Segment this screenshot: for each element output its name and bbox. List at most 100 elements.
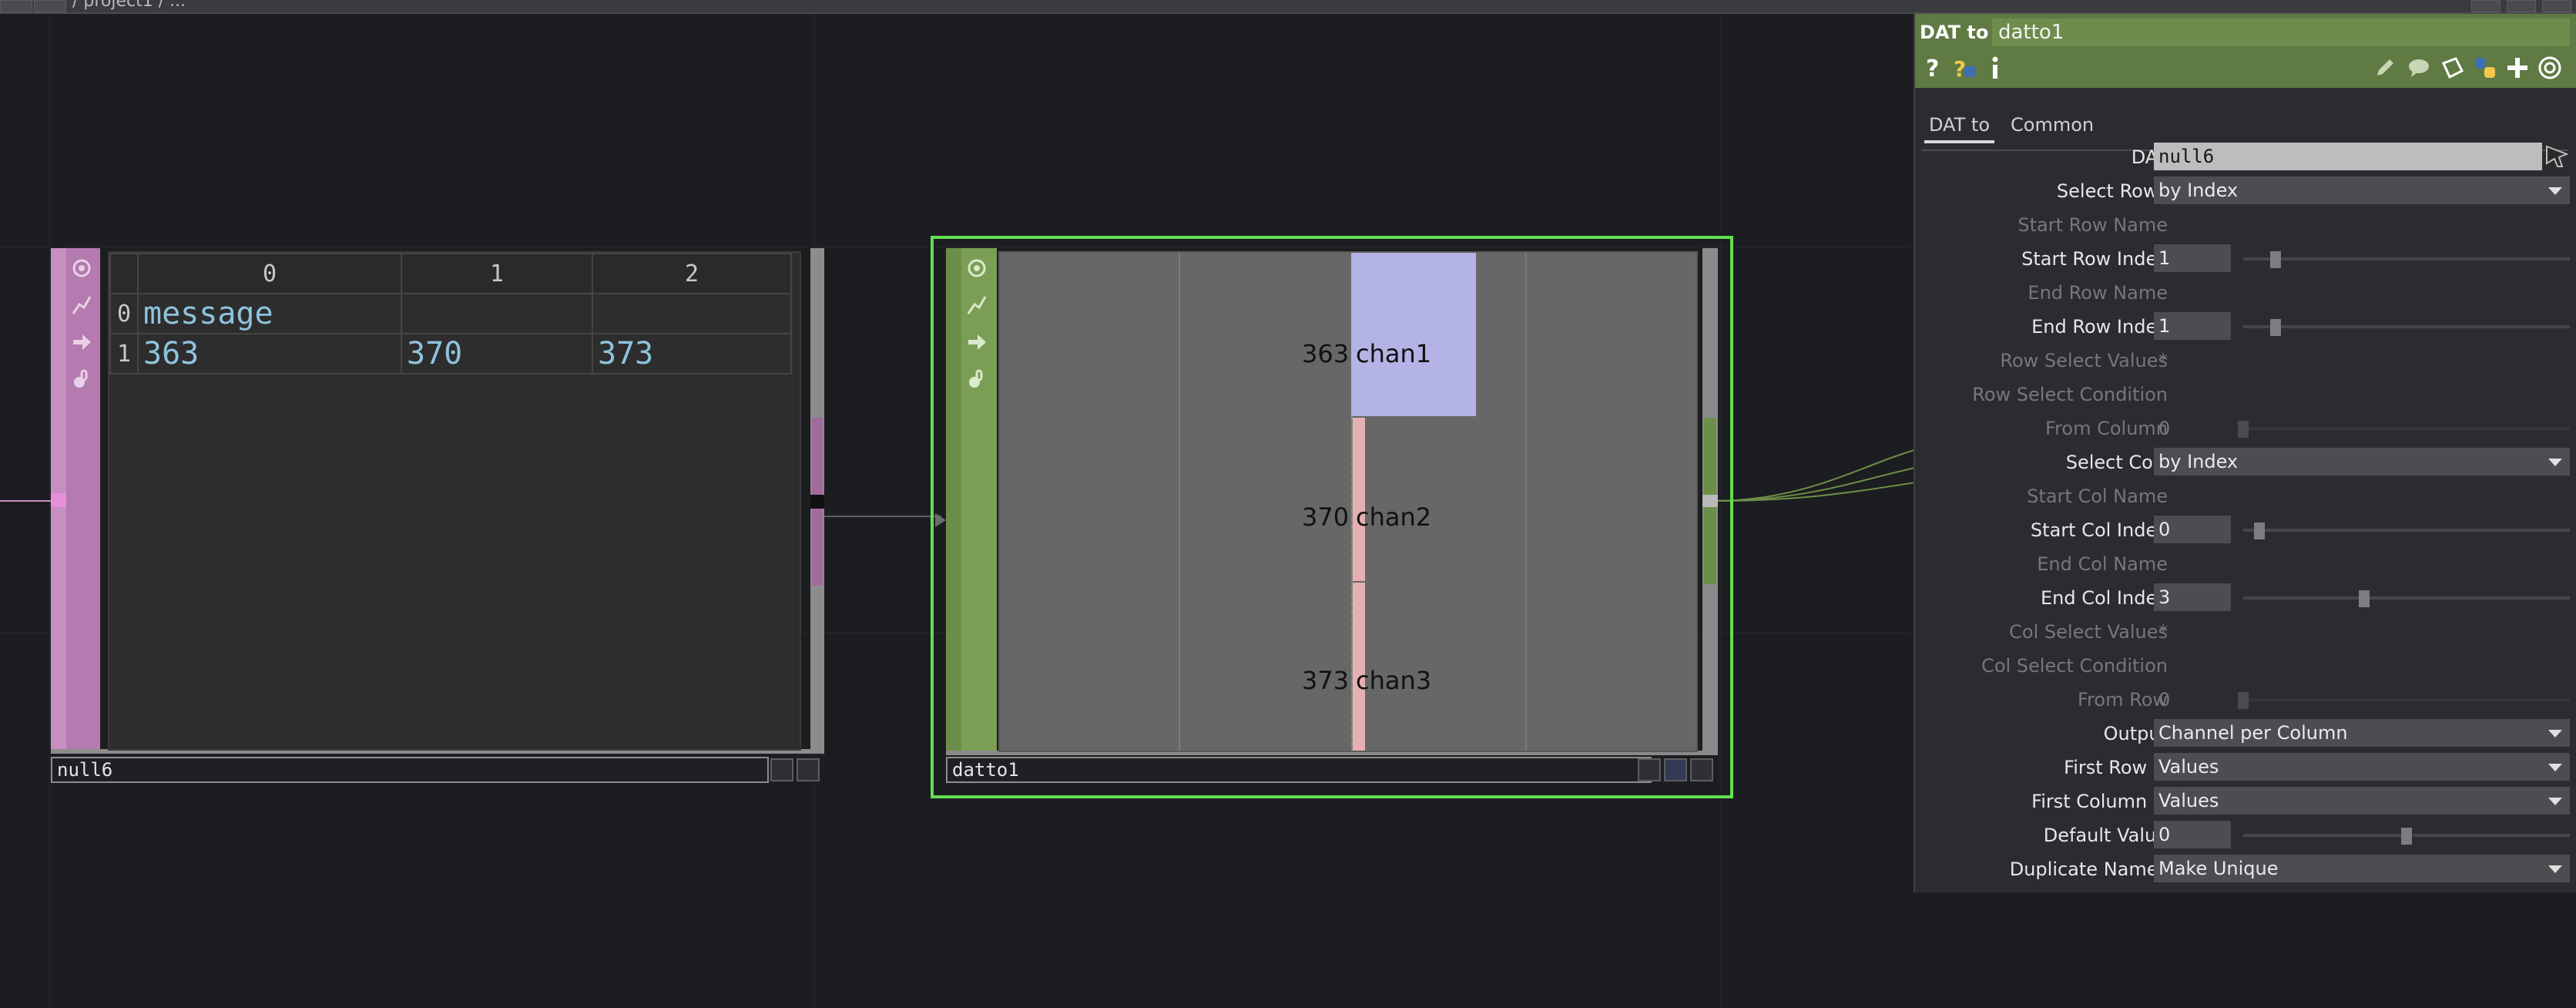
dat-table-viewer[interactable]: 0 1 2 0 message 1 363 370 373 <box>108 251 801 751</box>
svg-text:?: ? <box>1926 55 1939 80</box>
param-label: Row Select Condition <box>1972 384 2168 405</box>
select-cols-menu[interactable]: by Index <box>2154 448 2570 475</box>
end-col-index-field[interactable]: 3 <box>2154 583 2231 611</box>
output-port[interactable] <box>810 495 824 509</box>
chop-channel-viewer[interactable]: 363 chan1 370 chan2 373 chan3 <box>998 251 1698 752</box>
target-icon[interactable] <box>2536 54 2564 82</box>
param-label: End Col Name <box>2037 553 2168 575</box>
node-name-label[interactable]: datto1 <box>946 757 1652 783</box>
table-cell[interactable] <box>401 293 593 334</box>
render-flag-icon[interactable] <box>1664 758 1687 781</box>
table-cell[interactable]: message <box>137 293 402 334</box>
viewer-flag-icon[interactable] <box>1638 758 1661 781</box>
grid-line <box>1525 253 1527 751</box>
chan2-bar <box>1353 418 1365 581</box>
row-header: 1 <box>109 333 139 375</box>
select-rows-menu[interactable]: by Index <box>2154 176 2570 204</box>
channel-name: chan1 <box>1356 339 1432 368</box>
python-icon[interactable] <box>2471 54 2499 82</box>
param-label: Select Cols <box>2065 452 2168 473</box>
pin-icon[interactable] <box>797 758 820 781</box>
param-label: From Row <box>2078 689 2168 711</box>
bypass-icon[interactable] <box>961 290 992 321</box>
row-header: 0 <box>109 293 139 334</box>
param-end-col-index: End Col Index 3 <box>1915 581 2576 613</box>
output-port[interactable] <box>1702 495 1718 507</box>
slider-track[interactable] <box>2243 529 2570 532</box>
input-connector[interactable] <box>51 493 66 507</box>
info-icon[interactable] <box>1981 54 2009 82</box>
edit-icon[interactable] <box>2371 54 2399 82</box>
slider-track[interactable] <box>2243 325 2570 328</box>
start-row-index-field[interactable]: 1 <box>2154 244 2231 272</box>
output-connector-bottom[interactable] <box>1704 507 1716 584</box>
table-cell[interactable] <box>592 293 792 334</box>
help-icon[interactable]: ? <box>1920 54 1947 82</box>
tab-dat-to[interactable]: DAT to <box>1924 114 1994 143</box>
table-cell[interactable]: 373 <box>592 333 792 375</box>
grid-line <box>1179 253 1180 751</box>
maximize-button[interactable] <box>2507 0 2536 12</box>
clone-icon[interactable] <box>2439 54 2467 82</box>
output-menu[interactable]: Channel per Column <box>2154 719 2570 747</box>
slider-handle[interactable] <box>2270 251 2282 268</box>
channel-value: 370 <box>1302 502 1350 532</box>
column-header: 0 <box>137 253 402 294</box>
operator-name-field[interactable]: datto1 <box>1992 18 2570 46</box>
slider-handle <box>2238 692 2249 709</box>
param-label: Start Col Index <box>2030 519 2168 541</box>
bypass-icon[interactable] <box>66 290 97 321</box>
python-help-icon[interactable]: ? <box>1950 54 1978 82</box>
close-button[interactable] <box>2542 0 2571 12</box>
param-label: Start Row Name <box>2018 214 2168 236</box>
dat-path-field[interactable]: null6 <box>2154 143 2542 170</box>
table-cell[interactable]: 363 <box>137 333 402 375</box>
output-connector-top[interactable] <box>1704 418 1716 495</box>
slider-track[interactable] <box>2243 257 2570 260</box>
start-col-index-field[interactable]: 0 <box>2154 516 2231 543</box>
param-row-select-values: Row Select Values * <box>1915 344 2576 376</box>
svg-text:?: ? <box>1954 56 1966 80</box>
param-value: 0 <box>2158 689 2171 711</box>
param-end-row-index: End Row Index 1 <box>1915 310 2576 342</box>
output-connector-bottom[interactable] <box>812 509 823 586</box>
slider-handle[interactable] <box>2401 828 2412 845</box>
viewer-flag-icon[interactable] <box>770 758 793 781</box>
pin-icon[interactable] <box>1690 758 1713 781</box>
end-row-index-field[interactable]: 1 <box>2154 312 2231 340</box>
column-header: 2 <box>592 253 792 294</box>
param-label: From Column <box>2045 418 2168 439</box>
duplicate-names-menu[interactable]: Make Unique <box>2154 855 2570 882</box>
first-row-is-menu[interactable]: Values <box>2154 753 2570 781</box>
node-name-label[interactable]: null6 <box>51 757 769 783</box>
slider-handle[interactable] <box>2254 522 2266 539</box>
param-label: End Row Index <box>2031 316 2168 338</box>
output-connector-top[interactable] <box>812 418 823 495</box>
channel-value: 363 <box>1302 339 1350 368</box>
param-label: Duplicate Names <box>2009 858 2168 880</box>
comment-icon[interactable] <box>2405 54 2433 82</box>
table-cell[interactable]: 370 <box>401 333 593 375</box>
slider-handle[interactable] <box>2358 590 2370 607</box>
input-connector[interactable] <box>935 513 946 527</box>
minimize-button[interactable] <box>2471 0 2501 12</box>
display-flag-icon[interactable] <box>66 327 97 358</box>
param-col-select-condition: Col Select Condition <box>1915 649 2576 681</box>
first-column-is-menu[interactable]: Values <box>2154 787 2570 815</box>
param-label: Start Col Name <box>2027 486 2168 507</box>
add-icon[interactable] <box>2504 54 2531 82</box>
lock-icon[interactable] <box>66 364 97 395</box>
param-first-column-is: First Column is Values <box>1915 785 2576 817</box>
slider-track <box>2243 698 2570 701</box>
viewer-active-icon[interactable] <box>66 253 97 284</box>
viewer-active-icon[interactable] <box>961 253 992 284</box>
slider-track[interactable] <box>2243 596 2570 600</box>
param-value: * <box>2158 621 2168 643</box>
channel-value: 373 <box>1302 666 1350 695</box>
lock-icon[interactable] <box>961 364 992 395</box>
pick-arrow-icon[interactable] <box>2545 145 2569 168</box>
display-flag-icon[interactable] <box>961 327 992 358</box>
tab-common[interactable]: Common <box>2006 114 2098 136</box>
slider-handle[interactable] <box>2270 319 2282 336</box>
default-value-field[interactable]: 0 <box>2154 821 2231 848</box>
